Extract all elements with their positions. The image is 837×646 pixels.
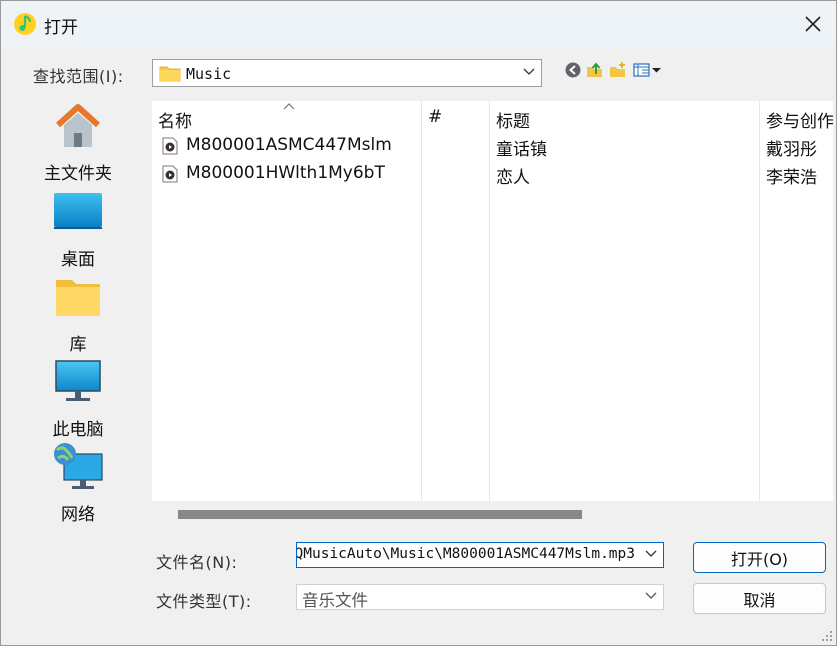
- up-folder-button[interactable]: [586, 61, 606, 81]
- file-name-cell: M800001HWlth1My6bT: [186, 163, 385, 183]
- look-in-label: 查找范围(I):: [33, 67, 124, 86]
- file-name-input[interactable]: C:\Users\Public\QQMusicAuto\Music\M80000…: [296, 542, 664, 568]
- place-library[interactable]: 库: [8, 272, 145, 355]
- view-menu-icon: [633, 63, 661, 77]
- place-home[interactable]: 主文件夹: [8, 101, 145, 184]
- close-button[interactable]: [800, 11, 826, 37]
- column-header-artist[interactable]: 参与创作: [766, 107, 833, 132]
- library-folder-icon: [56, 280, 100, 316]
- horizontal-scrollbar[interactable]: [152, 501, 833, 523]
- folder-icon: [159, 66, 181, 82]
- chevron-down-icon: [645, 592, 657, 599]
- column-header-title[interactable]: 标题: [496, 107, 530, 132]
- chevron-down-icon[interactable]: [645, 550, 657, 558]
- column-header-name[interactable]: 名称: [158, 107, 192, 132]
- place-label: 此电脑: [52, 420, 104, 440]
- file-title-cell: 童话镇: [496, 140, 547, 160]
- place-desktop[interactable]: 桌面: [8, 187, 145, 270]
- file-row[interactable]: M800001ASMC447Mslm 童话镇 戴羽彤: [152, 132, 833, 160]
- audio-file-icon: [162, 137, 178, 155]
- cancel-button[interactable]: 取消: [693, 583, 826, 614]
- up-folder-icon: [587, 62, 602, 77]
- scrollbar-thumb[interactable]: [178, 510, 582, 519]
- file-artist-cell: 戴羽彤: [766, 140, 817, 160]
- close-icon: [805, 16, 821, 32]
- back-icon: [565, 62, 581, 78]
- place-label: 桌面: [61, 250, 95, 270]
- look-in-value: Music: [186, 65, 232, 83]
- place-label: 主文件夹: [44, 164, 112, 184]
- file-name-cell: M800001ASMC447Mslm: [186, 135, 392, 155]
- open-file-dialog: 打开 查找范围(I): Music 主文件夹 桌面 库 此电脑 网络 名称 # …: [0, 0, 837, 646]
- file-artist-cell: 李荣浩: [766, 168, 817, 188]
- file-name-value: C:\Users\Public\QQMusicAuto\Music\M80000…: [296, 546, 635, 562]
- back-button[interactable]: [564, 61, 584, 81]
- dialog-title: 打开: [44, 18, 78, 38]
- place-label: 网络: [61, 505, 95, 525]
- column-header-track[interactable]: #: [428, 107, 442, 127]
- new-folder-icon: [610, 62, 625, 77]
- desktop-icon: [54, 193, 102, 229]
- file-title-cell: 恋人: [496, 168, 530, 188]
- network-icon: [54, 443, 103, 489]
- file-type-value: 音乐文件: [302, 591, 368, 610]
- home-icon: [55, 104, 101, 147]
- place-label: 库: [69, 335, 87, 355]
- qq-music-app-icon: [14, 13, 36, 35]
- new-folder-button[interactable]: [609, 61, 629, 81]
- computer-icon: [55, 360, 101, 401]
- places-sidebar: 主文件夹 桌面 库 此电脑 网络: [8, 93, 145, 634]
- place-this-pc[interactable]: 此电脑: [8, 357, 145, 440]
- file-type-select[interactable]: 音乐文件: [296, 584, 664, 610]
- sort-ascending-icon: [283, 103, 295, 110]
- look-in-combobox[interactable]: Music: [152, 59, 542, 87]
- navigation-toolbar: [564, 61, 674, 81]
- chevron-down-icon: [523, 68, 535, 75]
- audio-file-icon: [162, 165, 178, 183]
- open-button[interactable]: 打开(O): [693, 542, 826, 573]
- place-network[interactable]: 网络: [8, 442, 145, 525]
- file-name-label: 文件名(N):: [156, 553, 238, 572]
- resize-grip-icon[interactable]: [821, 630, 833, 642]
- file-list: 名称 # 标题 参与创作 M800001ASMC447Mslm 童话镇 戴羽彤 …: [152, 101, 833, 501]
- file-type-label: 文件类型(T):: [156, 592, 252, 611]
- title-bar: 打开: [1, 1, 836, 47]
- view-menu-button[interactable]: [633, 61, 665, 81]
- file-row[interactable]: M800001HWlth1My6bT 恋人 李荣浩: [152, 160, 833, 188]
